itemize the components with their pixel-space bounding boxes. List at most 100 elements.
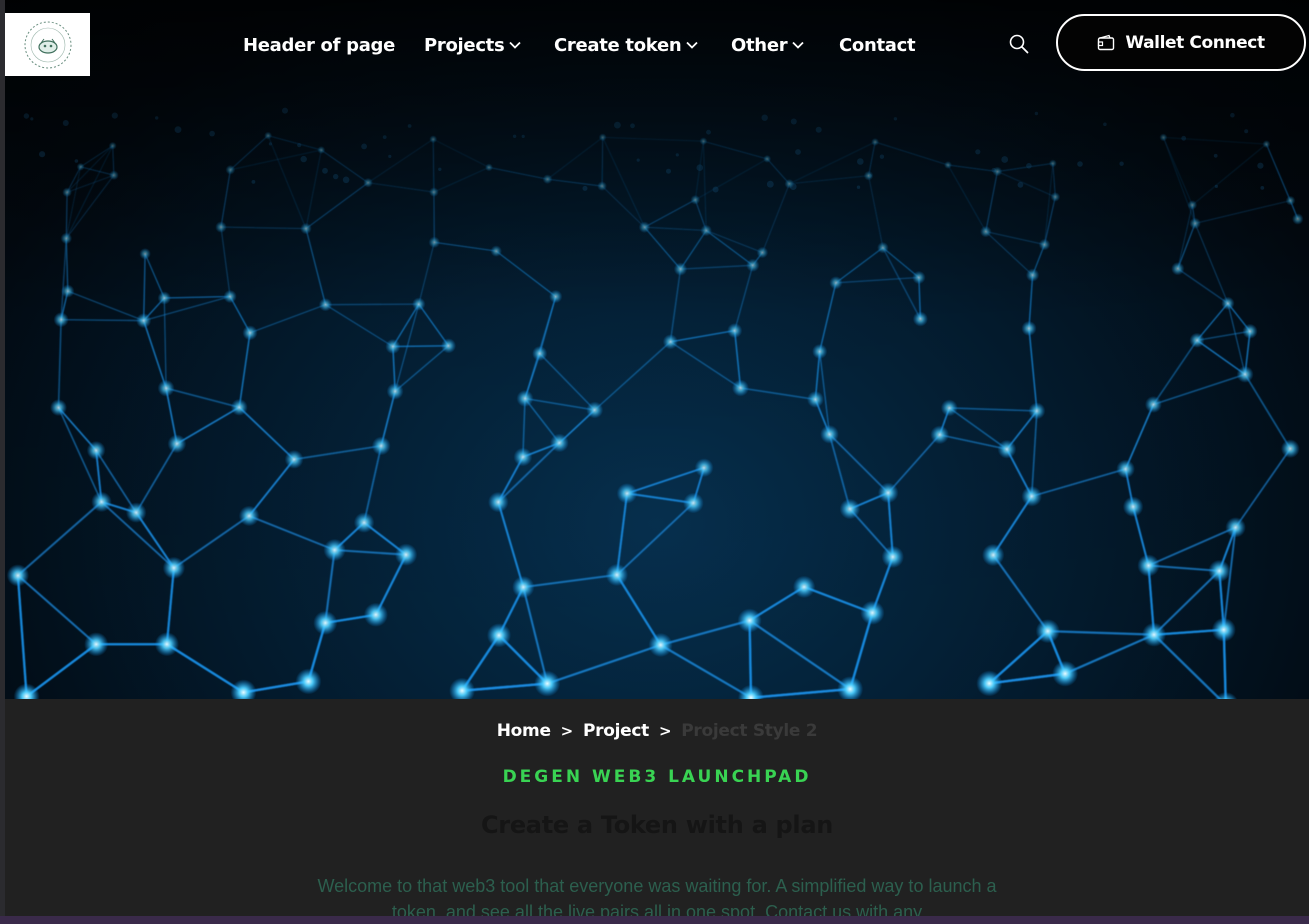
network-line (61, 318, 144, 322)
network-node (284, 450, 304, 469)
network-line (173, 515, 250, 569)
network-line (703, 141, 707, 231)
network-node (837, 676, 864, 699)
network-line (165, 387, 240, 409)
network-node (1214, 184, 1218, 188)
network-line (985, 231, 1045, 246)
network-node (534, 670, 561, 697)
network-node (871, 138, 880, 146)
nav-other[interactable]: Other (731, 30, 805, 60)
network-node (879, 154, 885, 159)
network-line (615, 574, 662, 646)
breadcrumb-separator: > (658, 722, 672, 740)
network-line (835, 276, 919, 284)
network-node (1221, 296, 1235, 310)
network-node (1035, 619, 1060, 644)
network-node (84, 632, 109, 657)
network-line (669, 269, 682, 342)
network-node (429, 135, 438, 144)
network-node (673, 262, 688, 276)
network-line (680, 264, 753, 270)
network-node (516, 390, 534, 407)
network-line (248, 515, 335, 551)
hero-banner (5, 0, 1309, 699)
network-node (980, 225, 992, 238)
network-line (17, 574, 97, 646)
breadcrumb-home-link[interactable]: Home (497, 721, 551, 741)
network-node (157, 291, 171, 305)
wallet-connect-button[interactable]: Wallet Connect (1056, 14, 1306, 71)
network-node (912, 311, 929, 327)
network-node (512, 134, 517, 138)
network-node (53, 312, 69, 328)
network-node (586, 401, 604, 419)
network-node (598, 133, 607, 142)
network-node (39, 151, 46, 158)
network-node (792, 575, 816, 599)
network-node (60, 232, 73, 245)
network-node (449, 677, 476, 699)
network-line (305, 182, 369, 230)
network-node (91, 491, 112, 513)
network-line (522, 586, 549, 684)
network-line (135, 443, 178, 514)
network-line (1043, 196, 1056, 245)
network-node (1026, 163, 1032, 169)
network-node (856, 185, 861, 189)
network-node (761, 114, 768, 121)
network-line (1234, 448, 1292, 528)
network-line (497, 501, 525, 588)
network-line (644, 199, 696, 228)
nav-create-token[interactable]: Create token (554, 30, 699, 60)
network-node (230, 398, 248, 416)
chevron-down-icon (686, 41, 699, 49)
nav-projects[interactable]: Projects (424, 30, 522, 60)
network-node (700, 224, 712, 237)
network-line (985, 231, 1033, 276)
network-line (740, 387, 816, 401)
network-line (16, 575, 28, 697)
network-line (305, 149, 322, 229)
network-node (230, 679, 257, 699)
network-line (1163, 137, 1267, 145)
breadcrumb-project-link[interactable]: Project (583, 721, 649, 741)
network-line (65, 192, 68, 239)
network-node (860, 600, 885, 625)
page: Header of page Projects Create token Oth… (0, 0, 1309, 924)
network-line (1163, 137, 1196, 224)
network-line (368, 182, 434, 193)
site-logo[interactable] (5, 13, 90, 76)
search-button[interactable] (1008, 33, 1030, 55)
network-node (209, 130, 215, 137)
network-line (750, 687, 851, 699)
network-line (949, 407, 1037, 412)
network-line (305, 228, 327, 305)
network-node (1225, 517, 1246, 538)
network-node (1292, 213, 1304, 225)
nav-label: Projects (424, 34, 505, 56)
network-line (1163, 137, 1193, 206)
network-line (230, 135, 269, 171)
network-node (1230, 112, 1235, 118)
network-line (644, 226, 707, 232)
nav-header-of-page[interactable]: Header of page (243, 30, 395, 60)
nav-contact[interactable]: Contact (839, 30, 916, 60)
network-node (385, 338, 401, 355)
network-node (485, 163, 493, 172)
network-node (694, 458, 714, 478)
network-node (323, 538, 346, 562)
network-line (267, 135, 307, 229)
network-node (13, 683, 40, 699)
network-node (699, 137, 708, 146)
network-line (293, 445, 382, 461)
network-line (547, 136, 603, 180)
network-node (1189, 332, 1205, 348)
network-node (1257, 162, 1264, 169)
network-line (1265, 143, 1299, 220)
network-line (818, 282, 837, 352)
network-line (325, 304, 394, 348)
network-line (249, 304, 326, 334)
network-node (162, 556, 186, 580)
network-line (874, 141, 949, 166)
network-node (930, 425, 950, 445)
